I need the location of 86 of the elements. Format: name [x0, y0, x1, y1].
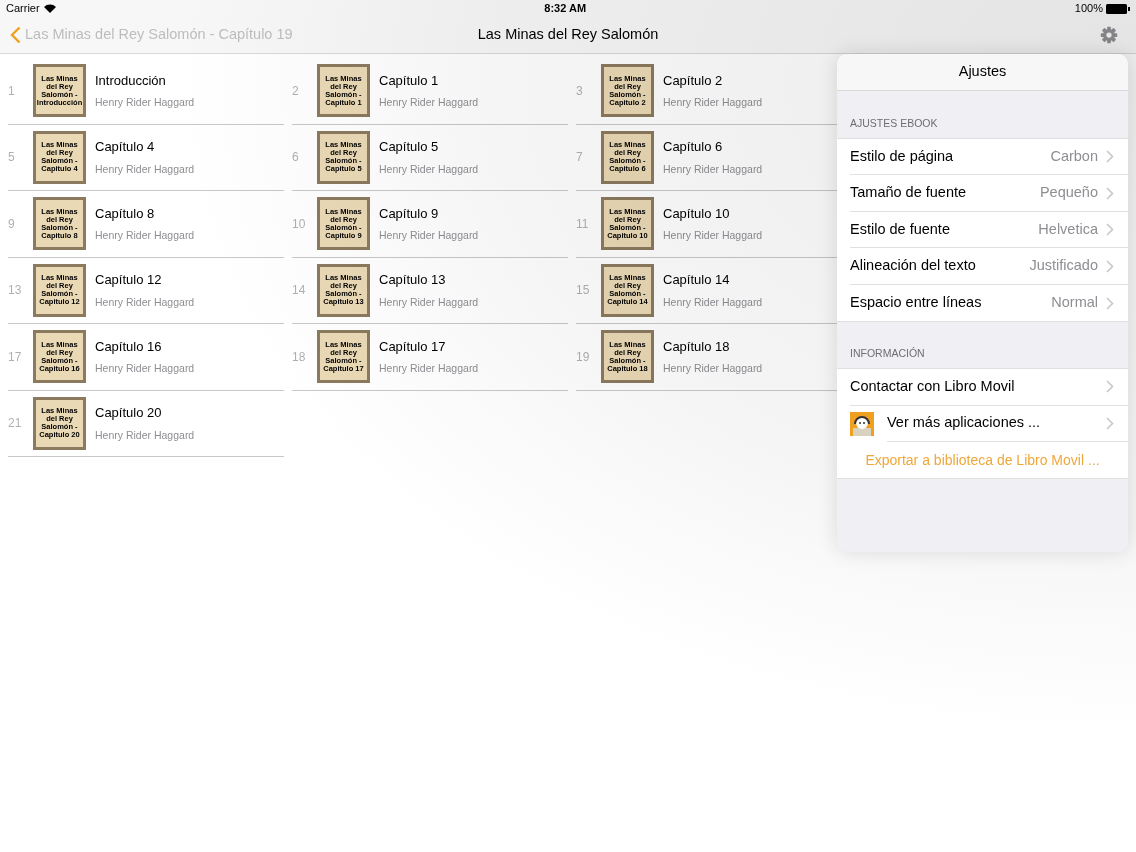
- chapter-author: Henry Rider Haggard: [379, 228, 479, 244]
- popover-title: Ajustes: [958, 62, 1007, 82]
- row-label: Estilo de página: [850, 146, 954, 166]
- chapter-title: Capítulo 4: [95, 138, 156, 157]
- chevron-icon: [1106, 296, 1114, 310]
- chapter-title: Capítulo 16: [95, 337, 163, 356]
- chapter-number: 14: [292, 282, 307, 300]
- chevron-icon: [1106, 186, 1114, 200]
- chapter-author: Henry Rider Haggard: [379, 294, 479, 310]
- status-time: 8:32 AM: [543, 1, 588, 17]
- chapter-title: Capítulo 18: [663, 337, 731, 356]
- section-header: AJUSTES EBOOK: [849, 116, 939, 131]
- chapter-number: 6: [292, 149, 300, 167]
- chapter-number: 17: [8, 348, 23, 366]
- chapter-number: 11: [576, 215, 590, 233]
- chapter-title: Capítulo 13: [379, 271, 447, 290]
- chapter-author: Henry Rider Haggard: [379, 361, 479, 377]
- settings-row[interactable]: Ver más aplicaciones ...: [837, 405, 1128, 442]
- chapter-author: Henry Rider Haggard: [95, 228, 195, 244]
- chevron-icon: [1106, 223, 1114, 236]
- chapter-number: 13: [8, 282, 23, 300]
- chapter-author: Henry Rider Haggard: [379, 95, 479, 111]
- chevron-icon: [1106, 259, 1114, 273]
- settings-row[interactable]: Contactar con Libro Movil: [837, 369, 1128, 406]
- settings-row[interactable]: Estilo de página Carbon: [837, 138, 1128, 176]
- back-chevron-icon: [10, 26, 21, 44]
- chapter-number: 5: [8, 149, 16, 167]
- chapter-title: Capítulo 17: [379, 337, 447, 356]
- chapter-number: 10: [292, 215, 307, 233]
- chapter-number: 3: [576, 82, 584, 100]
- chapter-author: Henry Rider Haggard: [379, 161, 479, 177]
- settings-icon[interactable]: [1100, 26, 1118, 44]
- row-value: Carbon: [1050, 146, 1098, 166]
- row-label: Contactar con Libro Movil: [850, 376, 1015, 396]
- row-label: Ver más aplicaciones ...: [887, 413, 1041, 433]
- section-header: INFORMACIÓN: [849, 346, 926, 362]
- chapter-author: Henry Rider Haggard: [663, 228, 763, 244]
- chapter-author: Henry Rider Haggard: [663, 95, 763, 111]
- chapter-number: 7: [576, 149, 584, 167]
- chapter-title: Capítulo 10: [663, 204, 731, 223]
- chapter-title: Capítulo 20: [95, 404, 163, 423]
- row-value: Normal: [1051, 293, 1098, 313]
- settings-row[interactable]: Tamaño de fuente Pequeño: [837, 175, 1128, 212]
- chapter-author: Henry Rider Haggard: [663, 361, 763, 377]
- chevron-icon: [1106, 380, 1114, 394]
- chapter-author: Henry Rider Haggard: [663, 161, 763, 177]
- row-label: Estilo de fuente: [850, 219, 950, 239]
- chapter-number: 9: [8, 215, 16, 233]
- chapter-number: 21: [8, 415, 23, 433]
- row-value: Justificado: [1029, 256, 1098, 276]
- battery-percent: 100%: [1074, 1, 1103, 17]
- chapter-number: 19: [576, 348, 591, 366]
- row-label: Espacio entre líneas: [850, 293, 982, 313]
- chapter-author: Henry Rider Haggard: [95, 361, 195, 377]
- row-label: Alineación del texto: [850, 256, 976, 276]
- nav-title: Las Minas del Rey Salomón: [477, 25, 659, 45]
- chapter-title: Capítulo 5: [379, 138, 440, 157]
- carrier-label: Carrier: [6, 1, 40, 17]
- chapter-author: Henry Rider Haggard: [95, 427, 195, 443]
- row-label: Tamaño de fuente: [850, 183, 967, 203]
- chapter-title: Capítulo 6: [663, 138, 724, 157]
- chapter-number: 18: [292, 348, 307, 366]
- chapter-number: 2: [292, 82, 300, 100]
- settings-row[interactable]: Espacio entre líneas Normal: [837, 284, 1128, 322]
- battery-icon: [1106, 3, 1130, 14]
- chapter-title: Capítulo 2: [663, 71, 724, 90]
- chapter-author: Henry Rider Haggard: [95, 161, 195, 177]
- chapter-author: Henry Rider Haggard: [95, 95, 195, 111]
- row-value: Pequeño: [1039, 183, 1098, 203]
- chapter-title: Capítulo 9: [379, 204, 440, 223]
- chapter-title: Capítulo 14: [663, 271, 731, 290]
- settings-row[interactable]: Alineación del texto Justificado: [837, 248, 1128, 285]
- chapter-title: Introducción: [95, 71, 167, 90]
- chapter-author: Henry Rider Haggard: [663, 294, 763, 310]
- chapter-number: 15: [576, 282, 591, 300]
- chapter-title: Capítulo 1: [379, 71, 440, 90]
- row-value: Helvetica: [1038, 219, 1098, 239]
- app-icon: [850, 411, 874, 436]
- wifi-icon: [43, 4, 56, 13]
- chapter-number: 1: [8, 82, 16, 100]
- chevron-icon: [1106, 416, 1114, 430]
- chapter-author: Henry Rider Haggard: [95, 294, 195, 310]
- settings-row[interactable]: Estilo de fuente Helvetica: [837, 211, 1128, 249]
- chapter-title: Capítulo 12: [95, 271, 163, 290]
- chapter-title: Capítulo 8: [95, 204, 156, 223]
- chevron-icon: [1106, 150, 1114, 163]
